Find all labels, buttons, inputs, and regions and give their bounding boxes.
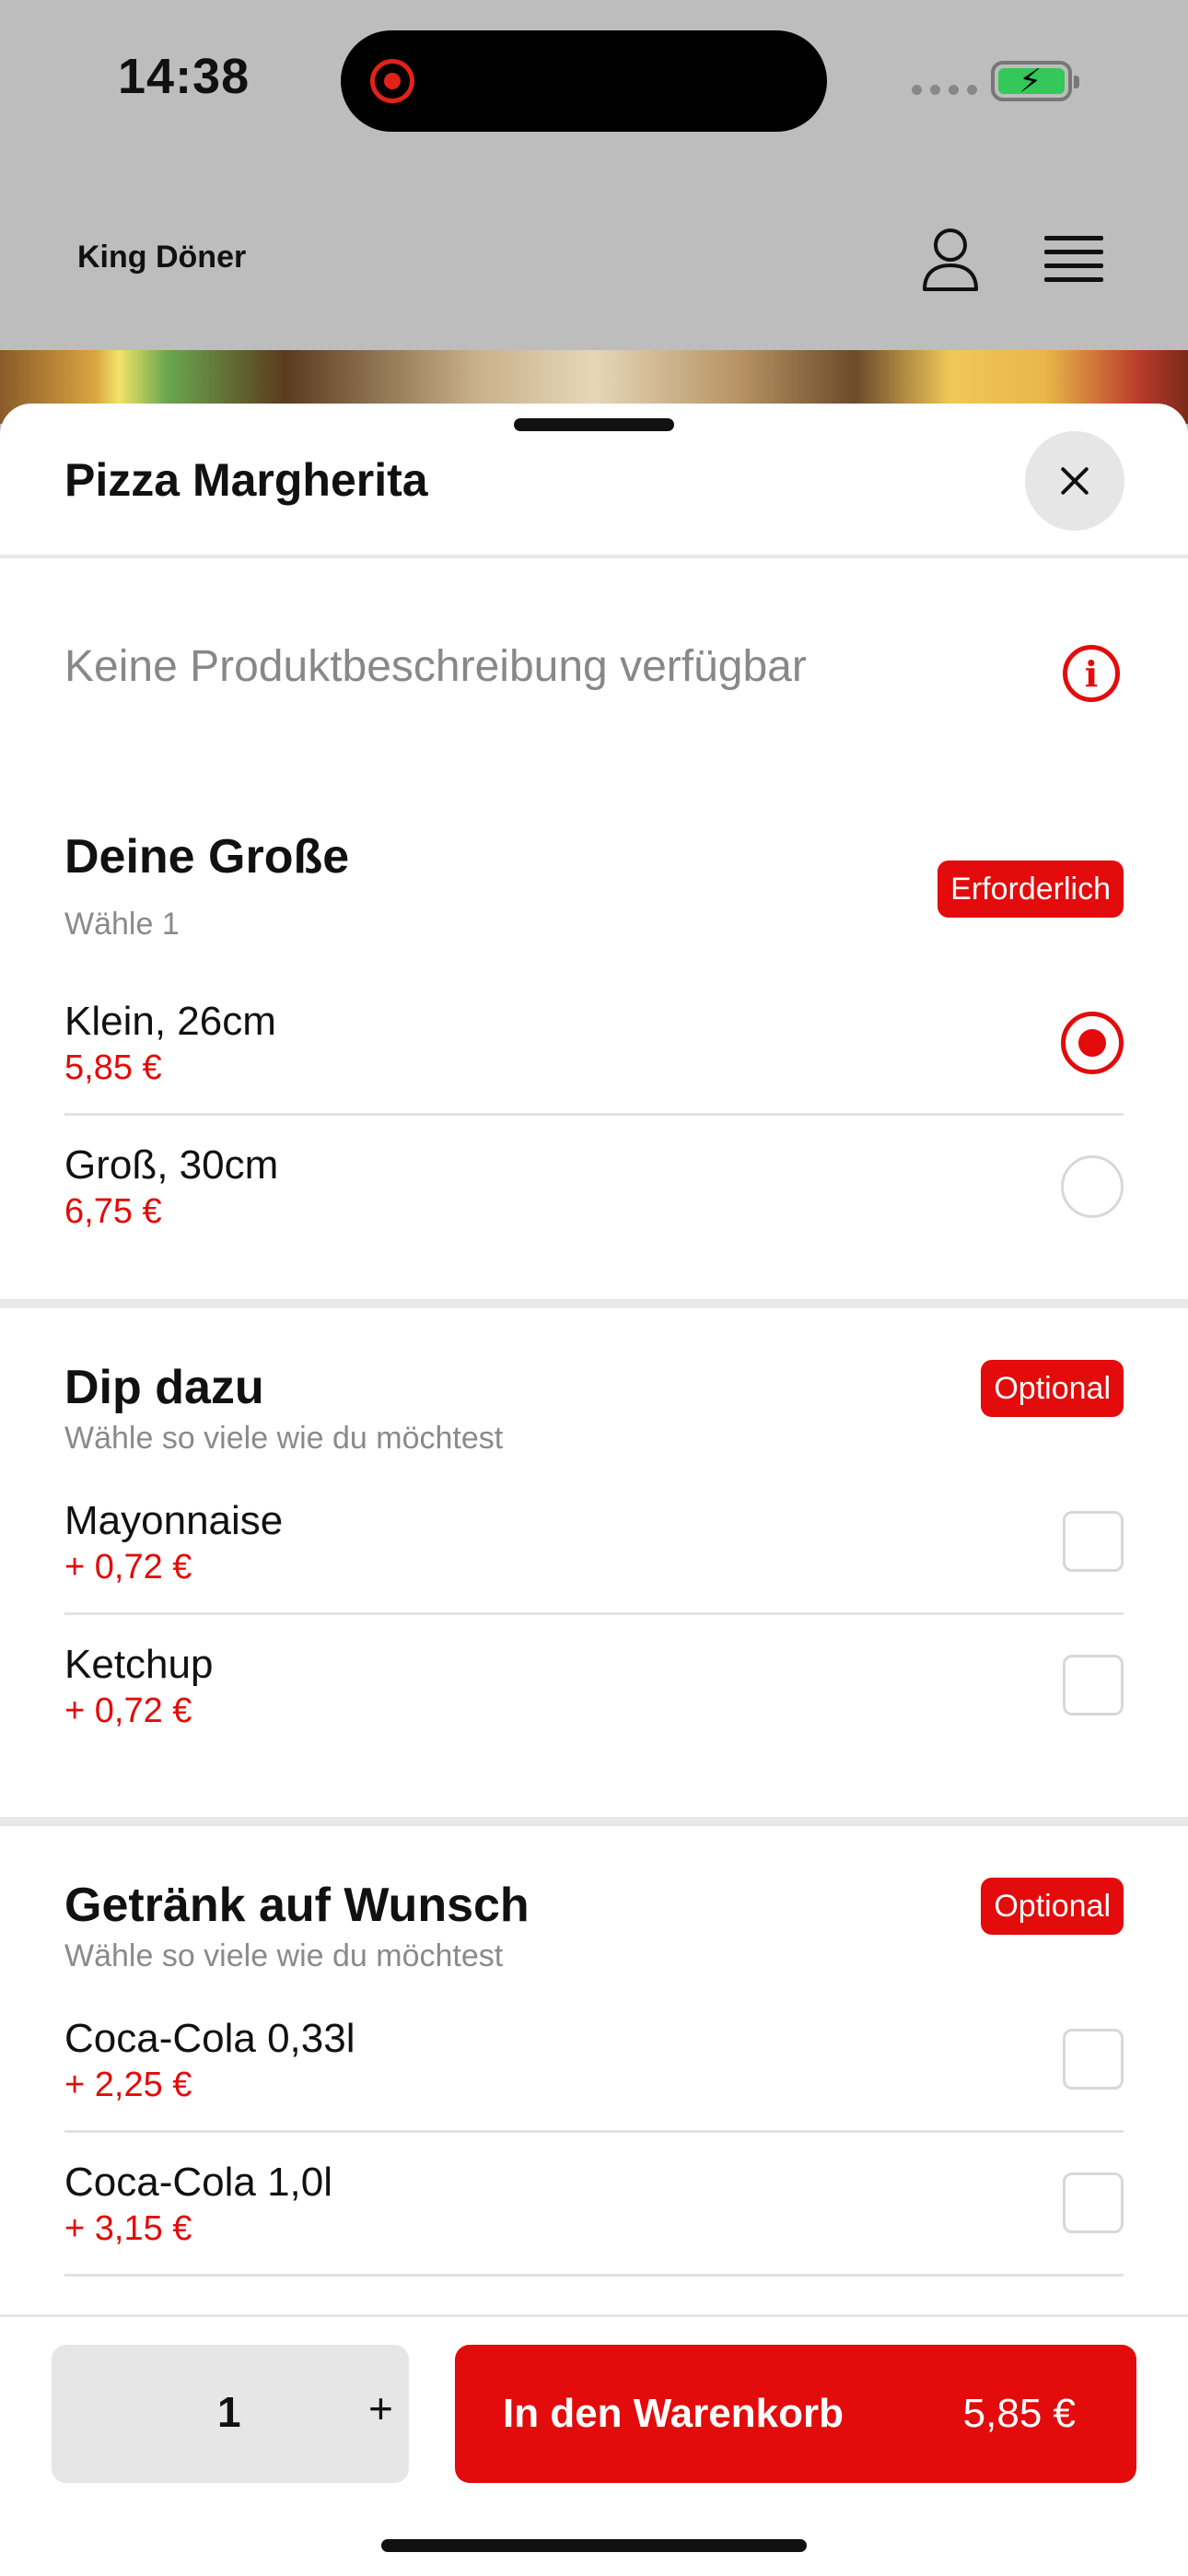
- home-indicator[interactable]: [381, 2539, 807, 2552]
- dynamic-island: [341, 30, 827, 132]
- option-price: + 0,72 €: [64, 1692, 192, 1730]
- option-price: 5,85 €: [64, 1048, 162, 1087]
- battery-icon: ⚡: [991, 61, 1079, 101]
- section-separator: [0, 1299, 1188, 1308]
- group-subtitle: Wähle so viele wie du möchtest: [64, 1938, 504, 1973]
- quantity-stepper: 1 +: [52, 2345, 409, 2483]
- cart-total: 5,85 €: [962, 2391, 1076, 2436]
- group-title: Deine Große: [64, 830, 350, 884]
- group-subtitle: Wähle so viele wie du möchtest: [64, 1421, 504, 1456]
- option-name: Coca-Cola 1,0l: [64, 2160, 333, 2205]
- user-icon[interactable]: [921, 225, 980, 291]
- product-sheet: Pizza Margherita Keine Produktbeschreibu…: [0, 404, 1188, 2576]
- info-icon[interactable]: i: [1063, 645, 1120, 702]
- close-button[interactable]: [1025, 431, 1124, 531]
- required-badge: Erforderlich: [938, 861, 1124, 918]
- checkbox[interactable]: [1063, 1511, 1124, 1572]
- option-row[interactable]: Groß, 30cm 6,75 €: [64, 1142, 1124, 1286]
- option-row[interactable]: Coca-Cola 0,33l + 2,25 €: [64, 2016, 1124, 2160]
- checkbox[interactable]: [1063, 2029, 1124, 2090]
- increment-button[interactable]: +: [368, 2383, 393, 2433]
- option-name: Groß, 30cm: [64, 1142, 279, 1188]
- add-to-cart-label: In den Warenkorb: [503, 2391, 844, 2436]
- group-title: Getränk auf Wunsch: [64, 1879, 530, 1932]
- option-name: Ketchup: [64, 1642, 214, 1687]
- optional-badge: Optional: [981, 1878, 1124, 1935]
- option-row[interactable]: Ketchup + 0,72 €: [64, 1642, 1124, 1786]
- add-to-cart-button[interactable]: In den Warenkorb 5,85 €: [455, 2345, 1136, 2483]
- quantity-value: 1: [217, 2388, 241, 2436]
- divider: [0, 555, 1188, 558]
- sheet-grabber[interactable]: [514, 418, 674, 431]
- divider: [64, 2130, 1124, 2133]
- product-title: Pizza Margherita: [64, 454, 428, 506]
- radio-selected[interactable]: [1061, 1012, 1124, 1074]
- option-price: + 2,25 €: [64, 2066, 192, 2104]
- brand-name: King Döner: [77, 240, 247, 275]
- status-bar: 14:38 ⚡: [0, 0, 1188, 166]
- divider: [64, 1113, 1124, 1116]
- group-subtitle: Wähle 1: [64, 907, 180, 942]
- recording-indicator-icon: [370, 59, 414, 103]
- optional-badge: Optional: [981, 1360, 1124, 1417]
- checkbox[interactable]: [1063, 2172, 1124, 2233]
- divider: [64, 2274, 1124, 2277]
- radio-unselected[interactable]: [1061, 1155, 1124, 1218]
- option-row[interactable]: Klein, 26cm 5,85 €: [64, 999, 1124, 1142]
- divider: [64, 1612, 1124, 1615]
- menu-icon[interactable]: [1044, 236, 1103, 286]
- group-title: Dip dazu: [64, 1361, 264, 1414]
- bottom-action-bar: 1 + In den Warenkorb 5,85 €: [0, 2314, 1188, 2576]
- status-time: 14:38: [118, 49, 250, 104]
- option-price: 6,75 €: [64, 1192, 162, 1231]
- option-price: + 3,15 €: [64, 2209, 192, 2248]
- cellular-signal-icon: [912, 85, 977, 95]
- option-price: + 0,72 €: [64, 1548, 192, 1587]
- checkbox[interactable]: [1063, 1655, 1124, 1715]
- app-header: King Döner: [0, 166, 1188, 350]
- option-name: Mayonnaise: [64, 1498, 284, 1543]
- option-row[interactable]: Coca-Cola 1,0l + 3,15 €: [64, 2160, 1124, 2303]
- section-separator: [0, 1817, 1188, 1826]
- option-name: Coca-Cola 0,33l: [64, 2016, 355, 2061]
- option-row[interactable]: Mayonnaise + 0,72 €: [64, 1498, 1124, 1642]
- product-description: Keine Produktbeschreibung verfügbar: [64, 642, 807, 691]
- option-name: Klein, 26cm: [64, 999, 276, 1044]
